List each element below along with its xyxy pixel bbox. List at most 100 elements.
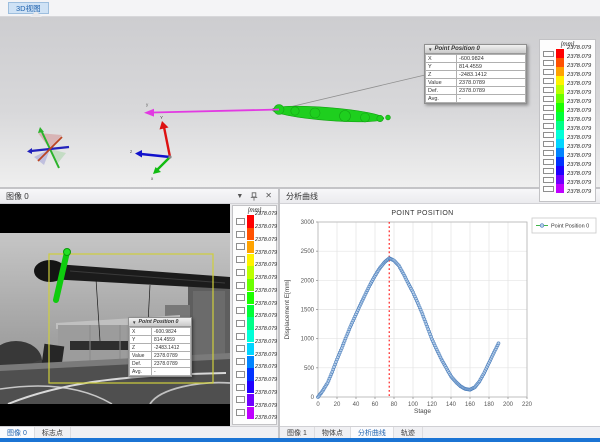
colorbar-color-chip: [247, 305, 254, 317]
tooltip-row-label: Z: [130, 344, 152, 352]
tab-分析曲线[interactable]: 分析曲线: [351, 427, 394, 438]
colorbar-color-chip: [247, 228, 254, 240]
tooltip-row: Y814.4559: [426, 63, 526, 71]
colorbar-color-chip: [556, 166, 564, 175]
tooltip-row: X-600.9824: [130, 328, 191, 336]
x-tick-label: 220: [522, 402, 533, 408]
colorbar-value-label: 2378.079: [255, 353, 277, 358]
point-tooltip-3d[interactable]: ▼Point Position 0X-600.9824Y814.4559Z-24…: [424, 44, 527, 104]
camera-image-view[interactable]: 0: [0, 204, 230, 426]
tab-轨迹[interactable]: 轨迹: [394, 427, 423, 438]
colorbar-value-label: 2378.079: [255, 314, 277, 319]
colorbar-checkbox[interactable]: [543, 51, 554, 57]
colorbar-color-chip: [247, 356, 254, 368]
colorbar-checkbox[interactable]: [236, 243, 245, 250]
legend-label: Point Position 0: [551, 224, 589, 230]
colorbar-checkbox[interactable]: [543, 186, 554, 192]
expander-icon[interactable]: ▼: [428, 47, 432, 52]
tab-标志点[interactable]: 标志点: [35, 427, 71, 438]
colorbar-value-label: 2378.079: [567, 127, 591, 133]
colorbar-checkbox[interactable]: [543, 141, 554, 147]
tab-物体点[interactable]: 物体点: [315, 427, 351, 438]
colorbar-value-label: 2378.079: [255, 289, 277, 294]
tooltip-title-text: Point Position 0: [434, 46, 479, 52]
colorbar-checkbox[interactable]: [236, 269, 245, 276]
colorbar-checkbox[interactable]: [543, 105, 554, 111]
y-tick-label: 0: [311, 395, 315, 401]
colorbar-checkbox[interactable]: [236, 294, 245, 301]
close-icon[interactable]: ✕: [265, 192, 272, 200]
colorbar-color-chip: [556, 175, 564, 184]
colorbar-checkbox[interactable]: [236, 307, 245, 314]
tooltip-title: ▼Point Position 0: [129, 318, 191, 327]
tab-图像 1[interactable]: 图像 1: [280, 427, 315, 438]
colorbar-checkbox[interactable]: [543, 69, 554, 75]
axis-label-z: z: [130, 149, 133, 154]
colorbar-checkbox[interactable]: [236, 256, 245, 263]
x-tick-label: 60: [372, 402, 379, 408]
camera-image: [0, 233, 230, 404]
colorbar-checkbox[interactable]: [236, 333, 245, 340]
tab-3d-view[interactable]: 3D视图: [8, 2, 49, 14]
analysis-chart[interactable]: 0204060801001201401601802002200500100015…: [280, 204, 600, 426]
colorbar-value-label: 2378.079: [567, 118, 591, 124]
colorbar-checkbox[interactable]: [543, 132, 554, 138]
colorbar-checkbox[interactable]: [543, 150, 554, 156]
colorbar-checkbox[interactable]: [543, 159, 554, 165]
colorbar-checkbox[interactable]: [236, 409, 245, 416]
colorbar-checkbox[interactable]: [543, 78, 554, 84]
colorbar-checkbox[interactable]: [543, 114, 554, 120]
colorbar-value-label: 2378.079: [567, 46, 591, 52]
colorbar-value-label: 2378.079: [255, 340, 277, 345]
colorbar-checkbox[interactable]: [543, 168, 554, 174]
colorbar-color-chip: [247, 330, 254, 342]
tooltip-row-value: -600.9824: [152, 328, 191, 336]
colorbar-value-label: 2378.079: [255, 276, 277, 281]
colorbar-checkbox[interactable]: [236, 371, 245, 378]
tooltip-row-label: Y: [426, 63, 457, 71]
colorbar-image: [mm]2378.0792378.0792378.0792378.0792378…: [232, 205, 277, 425]
colorbar-color-chip: [556, 94, 564, 103]
colorbar-checkbox[interactable]: [236, 384, 245, 391]
tooltip-row-label: Avg.: [426, 95, 457, 103]
colorbar-value-label: 2378.079: [255, 302, 277, 307]
x-tick-label: 200: [503, 402, 514, 408]
colorbar-checkbox[interactable]: [236, 231, 245, 238]
tooltip-row-label: Avg.: [130, 368, 152, 376]
expander-icon[interactable]: ▼: [132, 320, 136, 325]
colorbar-color-chip: [247, 407, 254, 419]
colorbar-checkbox[interactable]: [543, 87, 554, 93]
colorbar-checkbox[interactable]: [543, 96, 554, 102]
colorbar-checkbox[interactable]: [236, 218, 245, 225]
colorbar-value-label: 2378.079: [567, 82, 591, 88]
x-tick-label: 140: [446, 402, 457, 408]
colorbar-checkbox[interactable]: [236, 320, 245, 327]
tooltip-title-text: Point Position 0: [138, 319, 178, 325]
orientation-gizmo[interactable]: [27, 127, 69, 168]
colorbar-checkbox[interactable]: [543, 177, 554, 183]
colorbar-color-chip: [556, 130, 564, 139]
image-panel-header: 图像 0 ▼ ✕: [0, 189, 278, 204]
colorbar-checkbox[interactable]: [543, 123, 554, 129]
tab-图像 0[interactable]: 图像 0: [0, 427, 35, 438]
tooltip-row-label: X: [130, 328, 152, 336]
colorbar-checkbox[interactable]: [236, 282, 245, 289]
point-tooltip-image[interactable]: ▼Point Position 0X-600.9824Y814.4559Z-24…: [128, 317, 192, 377]
colorbar-color-chip: [247, 394, 254, 406]
chevron-down-icon[interactable]: ▼: [236, 193, 243, 200]
colorbar-value-label: 2378.079: [567, 73, 591, 79]
y-tick-label: 1500: [301, 308, 315, 314]
colorbar-value-label: 2378.079: [255, 365, 277, 370]
axis-label-x: x: [151, 176, 154, 181]
point-cloud[interactable]: [272, 103, 391, 125]
colorbar-checkbox[interactable]: [543, 60, 554, 66]
colorbar-checkbox[interactable]: [236, 345, 245, 352]
colorbar-color-chip: [556, 103, 564, 112]
pin-icon[interactable]: [250, 192, 258, 201]
colorbar-checkbox[interactable]: [236, 358, 245, 365]
colorbar-value-label: 2378.079: [255, 416, 277, 421]
colorbar-3d: [mm]2378.0792378.0792378.0792378.0792378…: [539, 39, 596, 202]
tooltip-row: Y814.4559: [130, 336, 191, 344]
colorbar-checkbox[interactable]: [236, 396, 245, 403]
3d-viewport[interactable]: y Y z x: [0, 17, 600, 187]
